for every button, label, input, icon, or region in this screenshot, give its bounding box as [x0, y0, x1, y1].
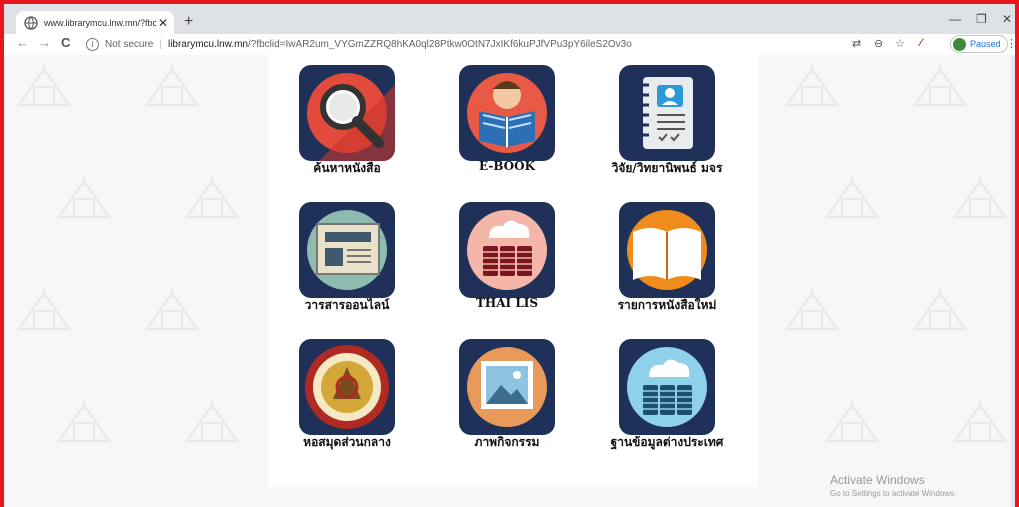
- minimize-button[interactable]: —: [949, 12, 961, 26]
- globe-icon: [24, 15, 38, 30]
- menu-tile[interactable]: [459, 339, 555, 435]
- url-path: /?fbclid=IwAR2um_VYGmZZRQ8hKA0ql28Ptkw0O…: [248, 38, 632, 50]
- info-icon[interactable]: i: [86, 37, 99, 51]
- avatar: [953, 37, 966, 51]
- browser-tab[interactable]: www.librarymcu.lnw.mn/?fbclid= ✕: [16, 11, 174, 34]
- temple-watermark-icon: [145, 289, 199, 330]
- menu-item-label: วารสารออนไลน์: [304, 298, 390, 312]
- menu-item-label: วิจัย/วิทยานิพนธ์ มจร: [611, 161, 723, 175]
- new-tab-button[interactable]: +: [184, 13, 193, 31]
- temple-watermark-icon: [953, 177, 1007, 218]
- scrollbar[interactable]: [1011, 55, 1015, 507]
- temple-watermark-icon: [145, 65, 199, 106]
- picture-icon: [467, 347, 547, 427]
- menu-item-label: THAI LIS: [475, 296, 539, 310]
- menu-tile[interactable]: [619, 339, 715, 435]
- url-host: librarymcu.lnw.mn: [167, 38, 248, 50]
- menu-tile[interactable]: [299, 65, 395, 161]
- temple-watermark-icon: [785, 289, 839, 330]
- close-window-button[interactable]: ✕: [1002, 12, 1012, 26]
- activate-windows-notice: Activate Windows Go to Settings to activ…: [830, 473, 956, 498]
- menu-tile[interactable]: [619, 202, 715, 298]
- temple-watermark-icon: [913, 65, 967, 106]
- zoom-icon[interactable]: ⊖: [874, 37, 883, 50]
- cloud-database-icon: [627, 347, 707, 427]
- temple-watermark-icon: [17, 289, 71, 330]
- temple-watermark-icon: [57, 177, 111, 218]
- menu-item-label: รายการหนังสือใหม่: [617, 298, 717, 312]
- activate-subtitle: Go to Settings to activate Windows.: [830, 489, 957, 498]
- menu-tile[interactable]: [619, 65, 715, 161]
- activate-title: Activate Windows: [830, 473, 925, 487]
- restore-button[interactable]: ❐: [976, 12, 987, 26]
- translate-icon[interactable]: ⇄: [852, 37, 861, 50]
- menu-tile[interactable]: [299, 339, 395, 435]
- temple-watermark-icon: [17, 65, 71, 106]
- menu-item-label: ฐานข้อมูลต่างประเทศ: [610, 435, 724, 449]
- menu-item-label: ภาพกิจกรรม: [474, 435, 540, 449]
- menu-tile[interactable]: [459, 202, 555, 298]
- newspaper-icon: [307, 210, 387, 290]
- notebook-user-icon: [627, 73, 707, 153]
- tab-close-icon[interactable]: ✕: [158, 16, 168, 30]
- menu-tile[interactable]: [299, 202, 395, 298]
- magnifier-icon: [307, 73, 395, 161]
- bookmark-star-icon[interactable]: ☆: [895, 37, 905, 50]
- address-separator: |: [159, 38, 162, 50]
- menu-item-label: ค้นหาหนังสือ: [313, 161, 381, 175]
- page-viewport: ค้นหาหนังสือ E-BOOK วิจัย/วิทยานิพนธ์ มจรว…: [4, 55, 1015, 507]
- tab-title: www.librarymcu.lnw.mn/?fbclid=: [44, 17, 156, 28]
- profile-button[interactable]: Paused: [950, 35, 1008, 53]
- university-seal-icon: [305, 345, 389, 429]
- menu-item-label: E-BOOK: [478, 159, 536, 173]
- tab-strip: www.librarymcu.lnw.mn/?fbclid= ✕ + — ❐ ✕: [4, 4, 1015, 34]
- open-book-icon: [627, 210, 707, 290]
- temple-watermark-icon: [825, 177, 879, 218]
- temple-watermark-icon: [185, 177, 239, 218]
- back-button[interactable]: ←: [16, 35, 29, 50]
- not-secure-label: Not secure: [105, 38, 154, 50]
- browser-menu-icon[interactable]: ⋮: [1006, 37, 1017, 50]
- menu-panel: ค้นหาหนังสือ E-BOOK วิจัย/วิทยานิพนธ์ มจรว…: [268, 55, 758, 487]
- temple-watermark-icon: [185, 401, 239, 442]
- reading-person-icon: [467, 73, 547, 153]
- profile-status: Paused: [970, 39, 1001, 49]
- reload-button[interactable]: C: [61, 35, 70, 50]
- browser-toolbar: ← → C i Not secure | librarymcu.lnw.mn/?…: [4, 34, 1017, 56]
- temple-watermark-icon: [913, 289, 967, 330]
- cloud-server-icon: [467, 210, 547, 290]
- forward-button[interactable]: →: [38, 35, 51, 50]
- menu-tile[interactable]: [459, 65, 555, 161]
- temple-watermark-icon: [825, 401, 879, 442]
- address-bar[interactable]: i Not secure | librarymcu.lnw.mn/?fbclid…: [86, 35, 846, 53]
- temple-watermark-icon: [953, 401, 1007, 442]
- pdf-extension-icon[interactable]: ⁄: [920, 37, 922, 49]
- temple-watermark-icon: [785, 65, 839, 106]
- temple-watermark-icon: [57, 401, 111, 442]
- menu-item-label: หอสมุดส่วนกลาง: [303, 435, 391, 449]
